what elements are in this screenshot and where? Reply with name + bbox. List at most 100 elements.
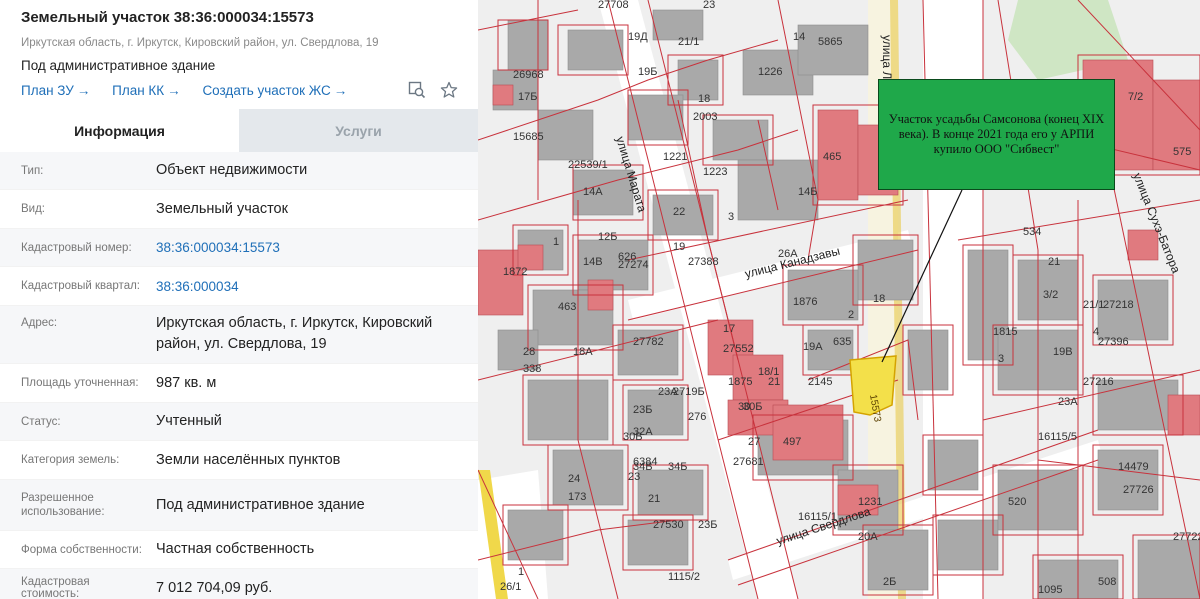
parcel-number-label: 1872 [503,266,527,278]
row-label: Тип: [21,164,44,177]
tab-information[interactable]: Информация [0,109,239,152]
parcel-number-label: 21 [1048,256,1060,268]
parcel-number-label: 27722 [1173,531,1200,543]
parcel-number-label: 23 [628,471,640,483]
parcel-number-label: 3 [998,353,1004,365]
parcel-number-label: 23 [703,0,715,11]
row-address: Адрес: Иркутская область, г. Иркутск, Кир… [0,306,478,364]
arrow-right-icon: → [333,83,348,98]
search-map-icon[interactable] [408,81,426,104]
parcel-number-label: 2Б [883,576,896,588]
panel-description: Под административное здание [21,58,216,73]
parcel-number-label: 27530 [653,519,684,531]
row-label: Категория земель: [21,454,120,466]
cadastral-map[interactable]: улица Марата улица Канадзавы улица Сверд… [478,0,1200,599]
parcel-number-label: 26968 [513,69,544,81]
parcel-number-label: 1115/2 [668,571,700,583]
plan-kk-label: План КК [112,83,165,98]
parcel-number-label: 16115/1 [798,511,837,523]
parcel-number-label: 22539/1 [568,159,608,171]
row-land-category: Категория земель: Земли населённых пункто… [0,441,478,480]
tab-bar: Информация Услуги [0,109,478,152]
action-links: План ЗУ → План КК → Создать участок ЖС → [21,83,365,98]
panel-icons [408,81,458,104]
parcel-number-label: 1875 [728,376,752,388]
parcel-number-label: 12Б [598,231,617,243]
parcel-number-label: 27218 [1103,299,1134,311]
parcel-number-label: 34Б [668,461,687,473]
parcel-number-label: 19Д [628,31,648,43]
row-label: Форма собственности: [21,543,142,556]
parcel-number-label: 2003 [693,111,717,123]
parcel-number-label: 1876 [793,296,817,308]
arrow-right-icon: → [167,83,181,98]
tab-services[interactable]: Услуги [239,109,478,152]
parcel-number-label: 19 [673,241,685,253]
parcel-number-label: 14 [793,31,805,43]
row-area: Площадь уточненная: 987 кв. м [0,364,478,403]
parcel-number-label: 22 [673,206,685,218]
parcel-number-label: 20А [858,531,878,543]
row-value: 987 кв. м [156,374,217,391]
parcel-number-label: 465 [823,151,841,163]
row-cadastral-quarter: Кадастровый квартал: 38:36:000034 [0,267,478,306]
parcel-number-label: 173 [568,491,586,503]
panel-title: Земельный участок 38:36:000034:15573 [21,9,314,26]
row-value: Под административное здание [156,496,365,513]
parcel-number-label: 19А [803,341,823,353]
row-status: Статус: Учтенный [0,403,478,441]
row-label: Кадастровый номер: [21,241,132,254]
row-label: Вид: [21,203,45,215]
parcel-number-label: 30Б [743,401,762,413]
parcel-number-label: 508 [1098,576,1116,588]
parcel-number-label: 14Б [798,186,817,198]
parcel-number-label: 497 [783,436,801,448]
parcel-number-label: 27388 [688,256,719,268]
parcel-number-label: 18 [698,93,710,105]
parcel-number-label: 1 [553,236,559,248]
parcel-number-label: 19В [1053,346,1073,358]
cadastral-quarter-link[interactable]: 38:36:000034 [156,276,478,297]
row-cadastral-value: Кадастровая стоимость: 7 012 704,09 руб. [0,569,478,599]
parcel-number-label: 27681 [733,456,764,468]
parcel-number-label: 575 [1173,146,1191,158]
cadastral-number-link[interactable]: 38:36:000034:15573 [156,237,478,258]
parcel-number-label: 7/2 [1128,91,1143,103]
parcel-number-label: 2145 [808,376,832,388]
arrow-right-icon: → [76,83,91,98]
row-type: Тип: Объект недвижимости [0,152,478,190]
plan-kk-link[interactable]: План КК → [112,83,181,98]
parcel-number-label: 26А [778,248,798,260]
parcel-number-label: 21 [648,493,660,505]
plan-zu-link[interactable]: План ЗУ → [21,83,90,98]
row-label: Кадастровый квартал: [21,280,140,292]
parcel-number-label: 1815 [993,326,1017,338]
parcel-number-label: 17Б [518,91,537,103]
row-permitted-use: Разрешенное использование: Под администра… [0,480,478,531]
parcel-number-label: 23А [1058,396,1078,408]
create-plot-label: Создать участок ЖС [202,83,331,98]
star-icon[interactable] [440,81,458,104]
row-value: Частная собственность [156,541,315,557]
row-label: Разрешенное использование: [21,492,105,518]
row-cadastral-number: Кадастровый номер: 38:36:000034:15573 [0,229,478,267]
parcel-number-label: 27396 [1098,336,1129,348]
parcel-number-label: 1231 [858,496,882,508]
parcel-number-label: 16115/5 [1038,431,1077,443]
row-label: Адрес: [21,317,58,329]
parcel-number-label: 2 [848,309,854,321]
row-value: Земельный участок [156,200,288,217]
parcel-number-label: 1226 [758,66,782,78]
callout-box: Участок усадьбы Самсонова (конец XIX век… [878,79,1115,190]
parcel-number-label: 3/2 [1043,289,1058,301]
parcel-number-label: 276 [688,411,706,423]
parcel-number-label: 2719Б [673,386,705,398]
address-subtitle: Иркутская область, г. Иркутск, Кировский… [21,37,379,49]
parcel-number-label: 1223 [703,166,727,178]
parcel-number-label: 30В [623,431,643,443]
row-label: Статус: [21,415,61,428]
parcel-number-label: 3 [728,211,734,223]
create-plot-link[interactable]: Создать участок ЖС → [202,83,347,98]
parcel-number-label: 19Б [638,66,657,78]
parcel-number-label: 1221 [663,151,687,163]
